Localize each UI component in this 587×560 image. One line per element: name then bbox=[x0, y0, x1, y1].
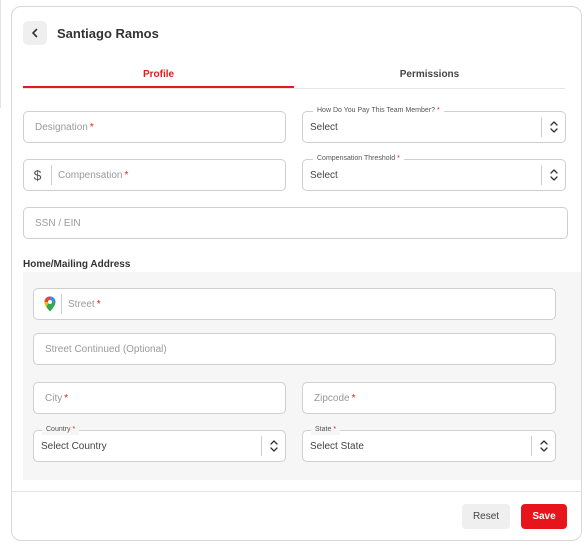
page-header: Santiago Ramos bbox=[23, 21, 159, 45]
chevron-updown-icon bbox=[531, 436, 555, 456]
designation-placeholder: Designation bbox=[35, 121, 88, 133]
reset-button[interactable]: Reset bbox=[462, 504, 510, 529]
required-marker: * bbox=[64, 392, 69, 404]
footer-divider bbox=[12, 491, 581, 492]
pay-method-value: Select bbox=[310, 121, 338, 133]
country-value: Select Country bbox=[41, 440, 107, 452]
ssn-field[interactable]: SSN / EIN bbox=[23, 207, 568, 239]
chevron-updown-icon bbox=[541, 117, 565, 137]
compensation-placeholder: Compensation bbox=[58, 169, 123, 181]
state-label: State * bbox=[311, 425, 341, 435]
chevron-left-icon bbox=[32, 28, 38, 38]
chevron-updown-icon bbox=[541, 165, 565, 185]
map-pin-icon bbox=[38, 294, 62, 314]
compensation-field[interactable]: $ Compensation * bbox=[23, 159, 286, 191]
required-marker: * bbox=[96, 298, 101, 310]
chevron-updown-icon bbox=[261, 436, 285, 456]
team-member-card: Santiago Ramos Profile Permissions Desig… bbox=[11, 6, 582, 541]
designation-field[interactable]: Designation * bbox=[23, 111, 286, 143]
comp-threshold-label: Compensation Threshold * bbox=[313, 154, 404, 164]
dollar-icon: $ bbox=[24, 165, 52, 185]
background-panel-edge bbox=[0, 0, 1, 108]
ssn-placeholder: SSN / EIN bbox=[35, 217, 81, 229]
required-marker: * bbox=[124, 169, 129, 181]
pay-method-label: How Do You Pay This Team Member? * bbox=[313, 106, 444, 116]
save-button[interactable]: Save bbox=[521, 504, 567, 529]
state-value: Select State bbox=[310, 440, 364, 452]
back-button[interactable] bbox=[23, 21, 47, 45]
comp-threshold-value: Select bbox=[310, 169, 338, 181]
required-marker: * bbox=[89, 121, 94, 133]
city-field[interactable]: City * bbox=[33, 382, 286, 414]
street-placeholder: Street bbox=[68, 298, 95, 310]
required-marker: * bbox=[351, 392, 356, 404]
page-title: Santiago Ramos bbox=[57, 25, 159, 41]
address-section-title: Home/Mailing Address bbox=[23, 259, 131, 270]
zipcode-field[interactable]: Zipcode * bbox=[302, 382, 556, 414]
country-select[interactable]: Country * Select Country bbox=[33, 425, 286, 462]
tab-bar: Profile Permissions bbox=[23, 63, 565, 89]
tab-profile[interactable]: Profile bbox=[23, 63, 294, 88]
street-field[interactable]: Street * bbox=[33, 288, 556, 320]
tab-permissions[interactable]: Permissions bbox=[294, 63, 565, 88]
street2-placeholder: Street Continued (Optional) bbox=[45, 343, 167, 355]
city-placeholder: City bbox=[45, 392, 63, 404]
state-select[interactable]: State * Select State bbox=[302, 425, 556, 462]
comp-threshold-select[interactable]: Compensation Threshold * Select bbox=[302, 154, 566, 191]
pay-method-select[interactable]: How Do You Pay This Team Member? * Select bbox=[302, 106, 566, 143]
country-label: Country * bbox=[42, 425, 80, 435]
street2-field[interactable]: Street Continued (Optional) bbox=[33, 333, 556, 365]
zipcode-placeholder: Zipcode bbox=[314, 392, 350, 404]
